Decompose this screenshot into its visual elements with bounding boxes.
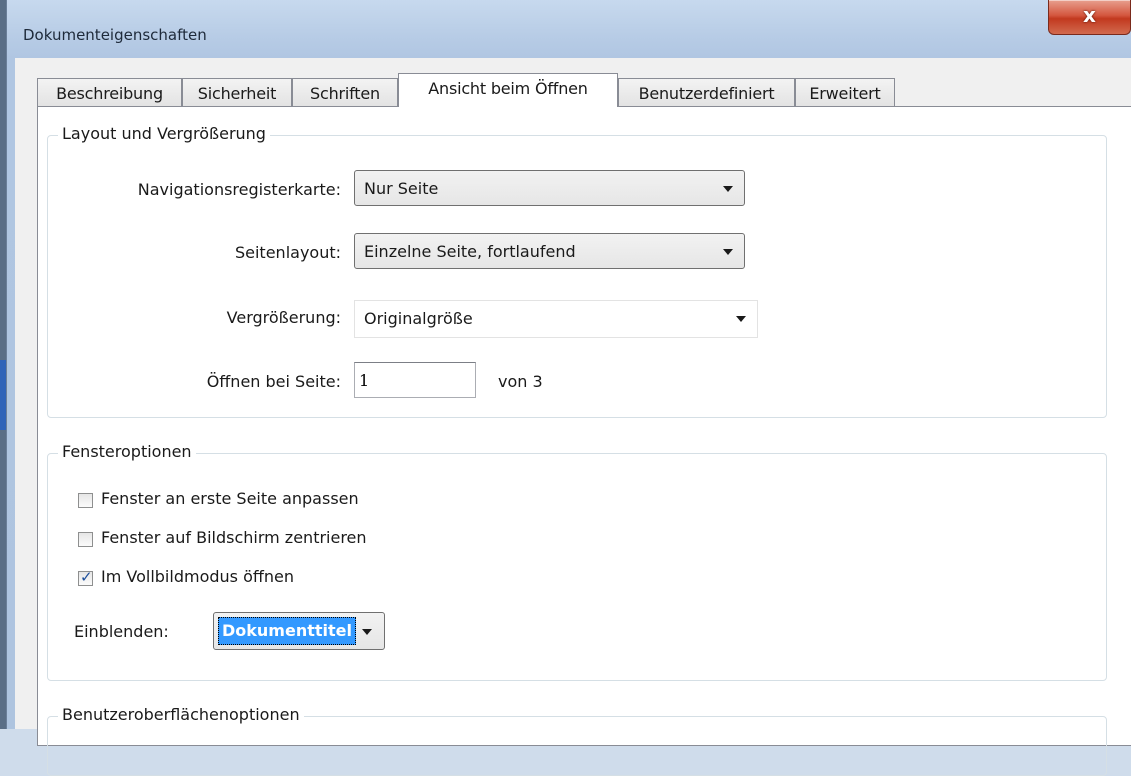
magnification-value: Originalgröße [364, 309, 473, 328]
chevron-down-icon [712, 234, 744, 268]
layout-group-legend: Layout und Vergrößerung [58, 124, 270, 143]
chevron-down-icon [712, 171, 744, 205]
close-icon: x [1083, 3, 1096, 27]
chevron-down-icon [352, 613, 384, 649]
ui-options-group: Benutzeroberflächenoptionen [47, 705, 1107, 776]
tab-sicherheit[interactable]: Sicherheit [182, 78, 292, 106]
title-bar[interactable]: Dokumenteigenschaften x [7, 0, 1131, 58]
center-window-label: Fenster auf Bildschirm zentrieren [101, 528, 367, 547]
page-layout-select[interactable]: Einzelne Seite, fortlaufend [354, 233, 745, 269]
nav-tab-value: Nur Seite [364, 179, 439, 198]
window-title: Dokumenteigenschaften [23, 26, 207, 44]
fit-window-checkbox[interactable] [78, 493, 93, 508]
layout-group: Layout und Vergrößerung Navigationsregis… [47, 124, 1107, 418]
window-options-group: Fensteroptionen Fenster an erste Seite a… [47, 442, 1107, 681]
fullscreen-label: Im Vollbildmodus öffnen [101, 567, 295, 586]
magnification-label: Vergrößerung: [226, 308, 341, 327]
show-select[interactable]: Dokumenttitel [213, 612, 385, 650]
open-page-field[interactable] [355, 363, 475, 397]
tab-benutzerdefiniert[interactable]: Benutzerdefiniert [618, 78, 795, 106]
page-layout-value: Einzelne Seite, fortlaufend [364, 242, 576, 261]
nav-tab-label: Navigationsregisterkarte: [137, 180, 341, 199]
show-label: Einblenden: [74, 622, 169, 641]
page-count-text: von 3 [498, 372, 543, 391]
tab-beschreibung[interactable]: Beschreibung [37, 78, 182, 106]
fit-window-label: Fenster an erste Seite anpassen [101, 489, 359, 508]
tab-schriften[interactable]: Schriften [292, 78, 398, 106]
window-options-legend: Fensteroptionen [58, 442, 196, 461]
ui-options-legend: Benutzeroberflächenoptionen [58, 705, 304, 724]
tab-panel: Layout und Vergrößerung Navigationsregis… [37, 106, 1131, 776]
open-page-input[interactable] [354, 362, 476, 398]
tab-erweitert[interactable]: Erweitert [795, 78, 895, 106]
dialog-window: Dokumenteigenschaften x Beschreibung Sic… [6, 0, 1131, 776]
chevron-down-icon [725, 301, 757, 335]
dialog-client: Beschreibung Sicherheit Schriften Ansich… [15, 58, 1131, 776]
show-value: Dokumenttitel [218, 617, 356, 645]
fullscreen-checkbox[interactable] [78, 568, 93, 586]
close-button[interactable]: x [1048, 0, 1131, 35]
open-page-label: Öffnen bei Seite: [206, 372, 341, 391]
nav-tab-select[interactable]: Nur Seite [354, 170, 745, 206]
magnification-select[interactable]: Originalgröße [354, 300, 758, 338]
page-layout-label: Seitenlayout: [234, 243, 341, 262]
tab-ansicht-beim-oeffnen[interactable]: Ansicht beim Öffnen [398, 73, 618, 107]
center-window-checkbox[interactable] [78, 532, 93, 547]
